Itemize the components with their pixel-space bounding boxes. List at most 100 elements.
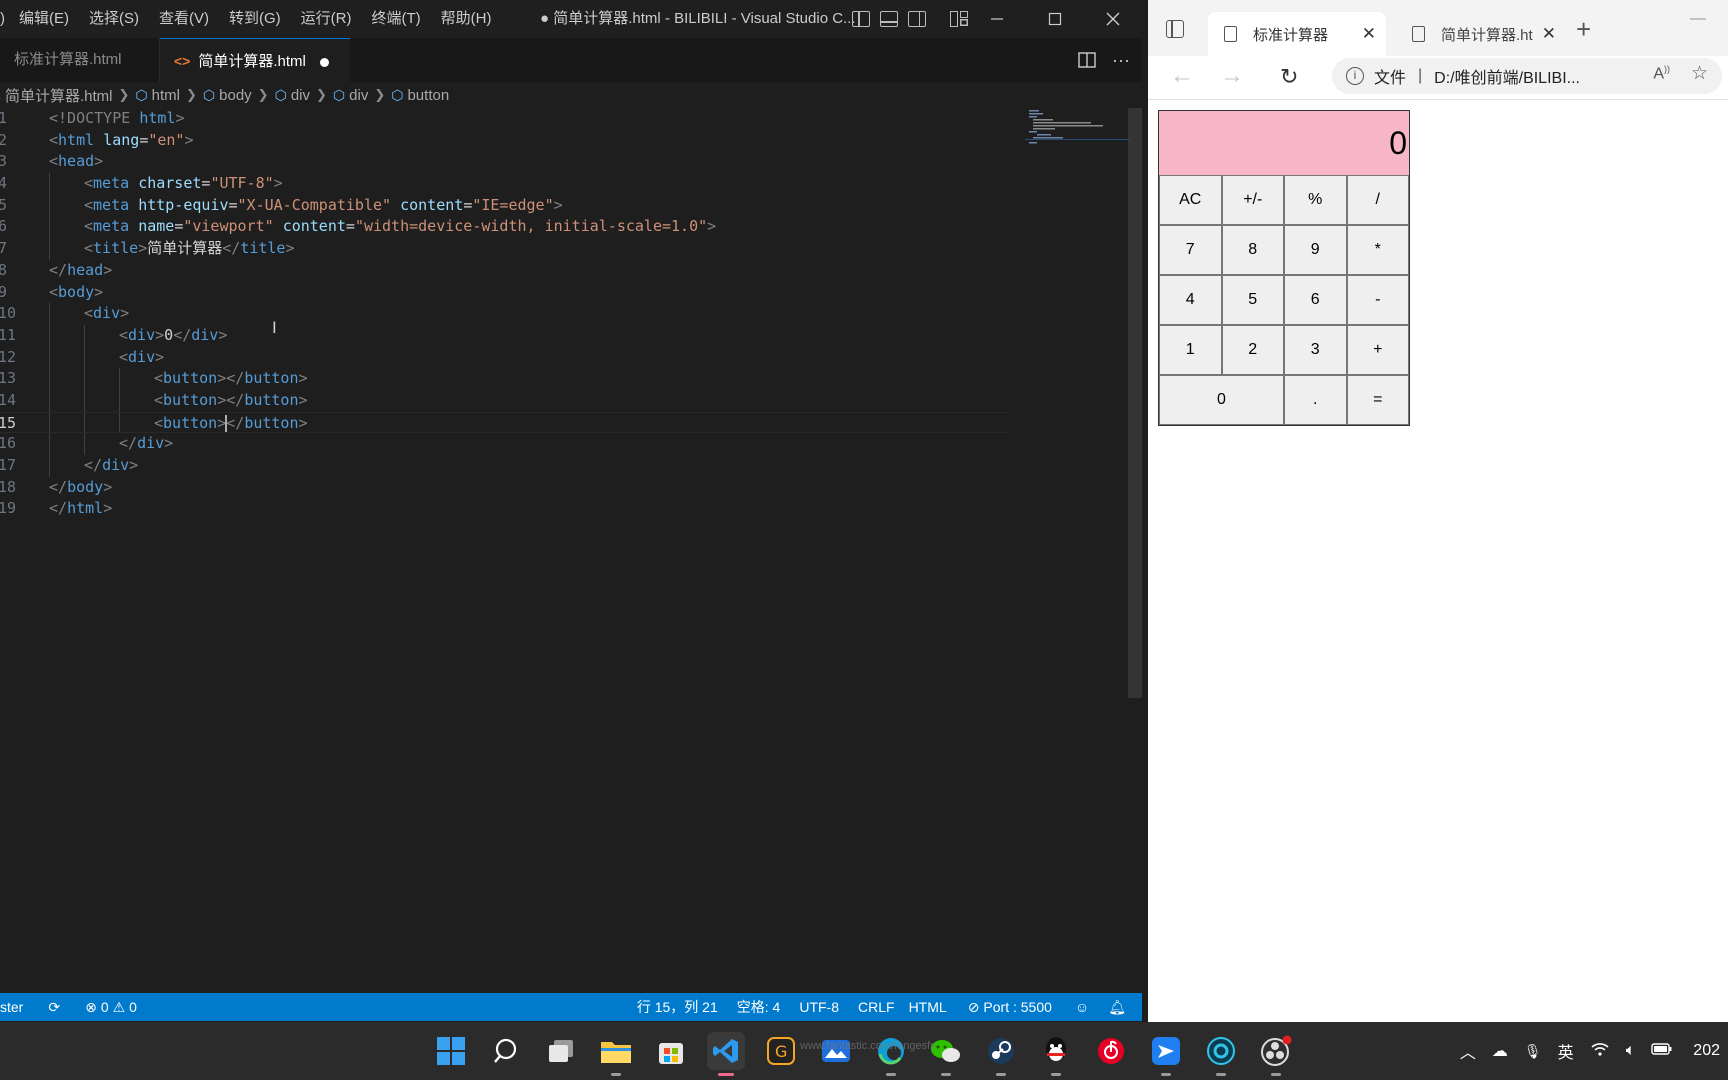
search-icon[interactable] — [487, 1032, 525, 1070]
microphone-icon[interactable]: 🎙︎ — [1524, 1043, 1542, 1060]
key-subtract[interactable]: - — [1346, 275, 1409, 325]
breadcrumb-body[interactable]: body — [219, 87, 252, 104]
steam-icon[interactable] — [982, 1032, 1020, 1076]
battery-icon[interactable] — [1651, 1042, 1673, 1061]
clock[interactable]: 202 — [1693, 1042, 1720, 1060]
key-4[interactable]: 4 — [1159, 275, 1222, 325]
ime-indicator[interactable]: 英 — [1558, 1039, 1574, 1063]
key-7[interactable]: 7 — [1159, 225, 1222, 275]
file-explorer-icon[interactable] — [597, 1032, 635, 1076]
task-view-icon[interactable] — [542, 1032, 580, 1070]
no-entry-icon: ⊘ — [967, 998, 980, 1015]
running-indicator — [941, 1073, 951, 1076]
key-9[interactable]: 9 — [1284, 225, 1347, 275]
key-1[interactable]: 1 — [1159, 325, 1222, 375]
tab-actions-icon[interactable] — [1166, 20, 1184, 38]
app-g-icon[interactable]: G — [762, 1032, 800, 1070]
key-8[interactable]: 8 — [1221, 225, 1284, 275]
problems-indicator[interactable]: ⊗ 0 ⚠ 0 — [85, 999, 137, 1016]
menu-terminal[interactable]: 终端(T) — [362, 0, 431, 38]
minimap[interactable] — [1025, 108, 1130, 148]
menu-file-partial[interactable]: ) — [0, 0, 9, 38]
tab-standard-calculator[interactable]: 标准计算器.html — [0, 38, 160, 82]
browser-tab-simple-calculator[interactable]: 简单计算器.ht ✕ — [1394, 12, 1566, 56]
microsoft-store-icon[interactable] — [652, 1032, 690, 1070]
netease-music-icon[interactable] — [1092, 1032, 1130, 1070]
breadcrumb-div[interactable]: div — [349, 87, 368, 104]
sync-icon[interactable]: ⟳ — [48, 999, 60, 1016]
key-decimal[interactable]: . — [1284, 375, 1347, 425]
end-of-line[interactable]: CRLF — [858, 999, 895, 1015]
branch-label[interactable]: ster — [0, 999, 23, 1015]
onedrive-cloud-icon[interactable]: ☁ — [1492, 1041, 1508, 1061]
key-2[interactable]: 2 — [1221, 325, 1284, 375]
unsaved-dot-icon[interactable] — [319, 57, 329, 67]
customize-layout-icon[interactable] — [950, 11, 968, 27]
browser-tab-standard-calculator[interactable]: 标准计算器 ✕ — [1208, 12, 1386, 56]
minimize-button[interactable] — [968, 0, 1026, 38]
menu-view[interactable]: 查看(V) — [149, 0, 219, 38]
maximize-button[interactable] — [1026, 0, 1084, 38]
feedback-icon[interactable]: ☺ — [1075, 999, 1089, 1015]
breadcrumb-button[interactable]: button — [407, 87, 449, 104]
menu-go[interactable]: 转到(G) — [219, 0, 291, 38]
code-editor[interactable]: 1 <!DOCTYPE html> 2 <html lang="en"> 3 <hea… — [0, 108, 1010, 520]
vscode-taskbar-icon[interactable] — [707, 1032, 745, 1076]
running-indicator — [1216, 1073, 1226, 1076]
volume-icon[interactable]: 🔈︎ — [1626, 1042, 1636, 1060]
tab-simple-calculator[interactable]: <> 简单计算器.html — [160, 38, 350, 82]
back-arrow-icon[interactable]: ← — [1170, 62, 1194, 90]
encoding[interactable]: UTF-8 — [799, 999, 839, 1015]
key-sign[interactable]: +/- — [1221, 175, 1284, 225]
info-icon[interactable]: i — [1346, 67, 1364, 85]
close-tab-icon[interactable]: ✕ — [1537, 24, 1556, 44]
menu-selection[interactable]: 选择(S) — [79, 0, 149, 38]
menu-run[interactable]: 运行(R) — [291, 0, 362, 38]
key-5[interactable]: 5 — [1221, 275, 1284, 325]
key-clear[interactable]: AC — [1159, 175, 1222, 225]
key-6[interactable]: 6 — [1284, 275, 1347, 325]
toggle-panel-icon[interactable] — [880, 11, 898, 27]
breadcrumb-html[interactable]: html — [152, 87, 180, 104]
qq-icon[interactable] — [1037, 1032, 1075, 1076]
key-percent[interactable]: % — [1284, 175, 1347, 225]
circle-app-icon[interactable] — [1202, 1032, 1240, 1076]
chevron-up-icon[interactable]: ︿ — [1460, 1039, 1476, 1063]
vertical-scrollbar[interactable] — [1128, 108, 1142, 698]
key-multiply[interactable]: * — [1346, 225, 1409, 275]
feishu-app-icon[interactable] — [1147, 1032, 1185, 1076]
menu-edit[interactable]: 编辑(E) — [9, 0, 79, 38]
element-cube-icon: ⬡ — [391, 86, 404, 103]
live-server-port[interactable]: ⊘ Port : 5500 — [968, 999, 1052, 1016]
new-tab-icon[interactable]: + — [1576, 14, 1591, 45]
minimize-icon[interactable]: — — [1690, 10, 1706, 28]
toggle-primary-sidebar-icon[interactable] — [852, 11, 870, 27]
key-3[interactable]: 3 — [1284, 325, 1347, 375]
close-tab-icon[interactable]: ✕ — [1362, 24, 1376, 44]
chevron-right-icon: ❯ — [316, 87, 327, 102]
toggle-secondary-sidebar-icon[interactable] — [908, 11, 926, 27]
menu-help[interactable]: 帮助(H) — [431, 0, 502, 38]
breadcrumb-file[interactable]: 简单计算器.html — [5, 85, 113, 106]
close-button[interactable] — [1084, 0, 1142, 38]
reload-icon[interactable]: ↻ — [1280, 64, 1298, 90]
code-line: 1 <!DOCTYPE html> — [0, 108, 1010, 130]
more-actions-icon[interactable]: ··· — [1112, 50, 1130, 71]
key-0[interactable]: 0 — [1159, 375, 1284, 425]
cursor-position[interactable]: 行 15，列 21 — [637, 997, 718, 1017]
obs-studio-icon[interactable] — [1257, 1032, 1295, 1076]
forward-arrow-icon[interactable]: → — [1220, 62, 1244, 90]
key-add[interactable]: + — [1346, 325, 1409, 375]
key-equals[interactable]: = — [1346, 375, 1409, 425]
read-aloud-icon[interactable]: A)) — [1653, 64, 1670, 83]
breadcrumb-div[interactable]: div — [291, 87, 310, 104]
language-mode[interactable]: HTML — [909, 999, 947, 1015]
indentation[interactable]: 空格: 4 — [737, 997, 781, 1017]
split-editor-icon[interactable] — [1078, 52, 1096, 68]
add-favorite-star-icon[interactable]: ☆ — [1691, 62, 1708, 85]
wifi-icon[interactable] — [1590, 1041, 1610, 1062]
key-divide[interactable]: / — [1346, 175, 1409, 225]
window-controls — [968, 0, 1142, 38]
windows-start-icon[interactable] — [432, 1032, 470, 1070]
notifications-bell-icon[interactable]: 🔔︎ — [1108, 999, 1126, 1016]
